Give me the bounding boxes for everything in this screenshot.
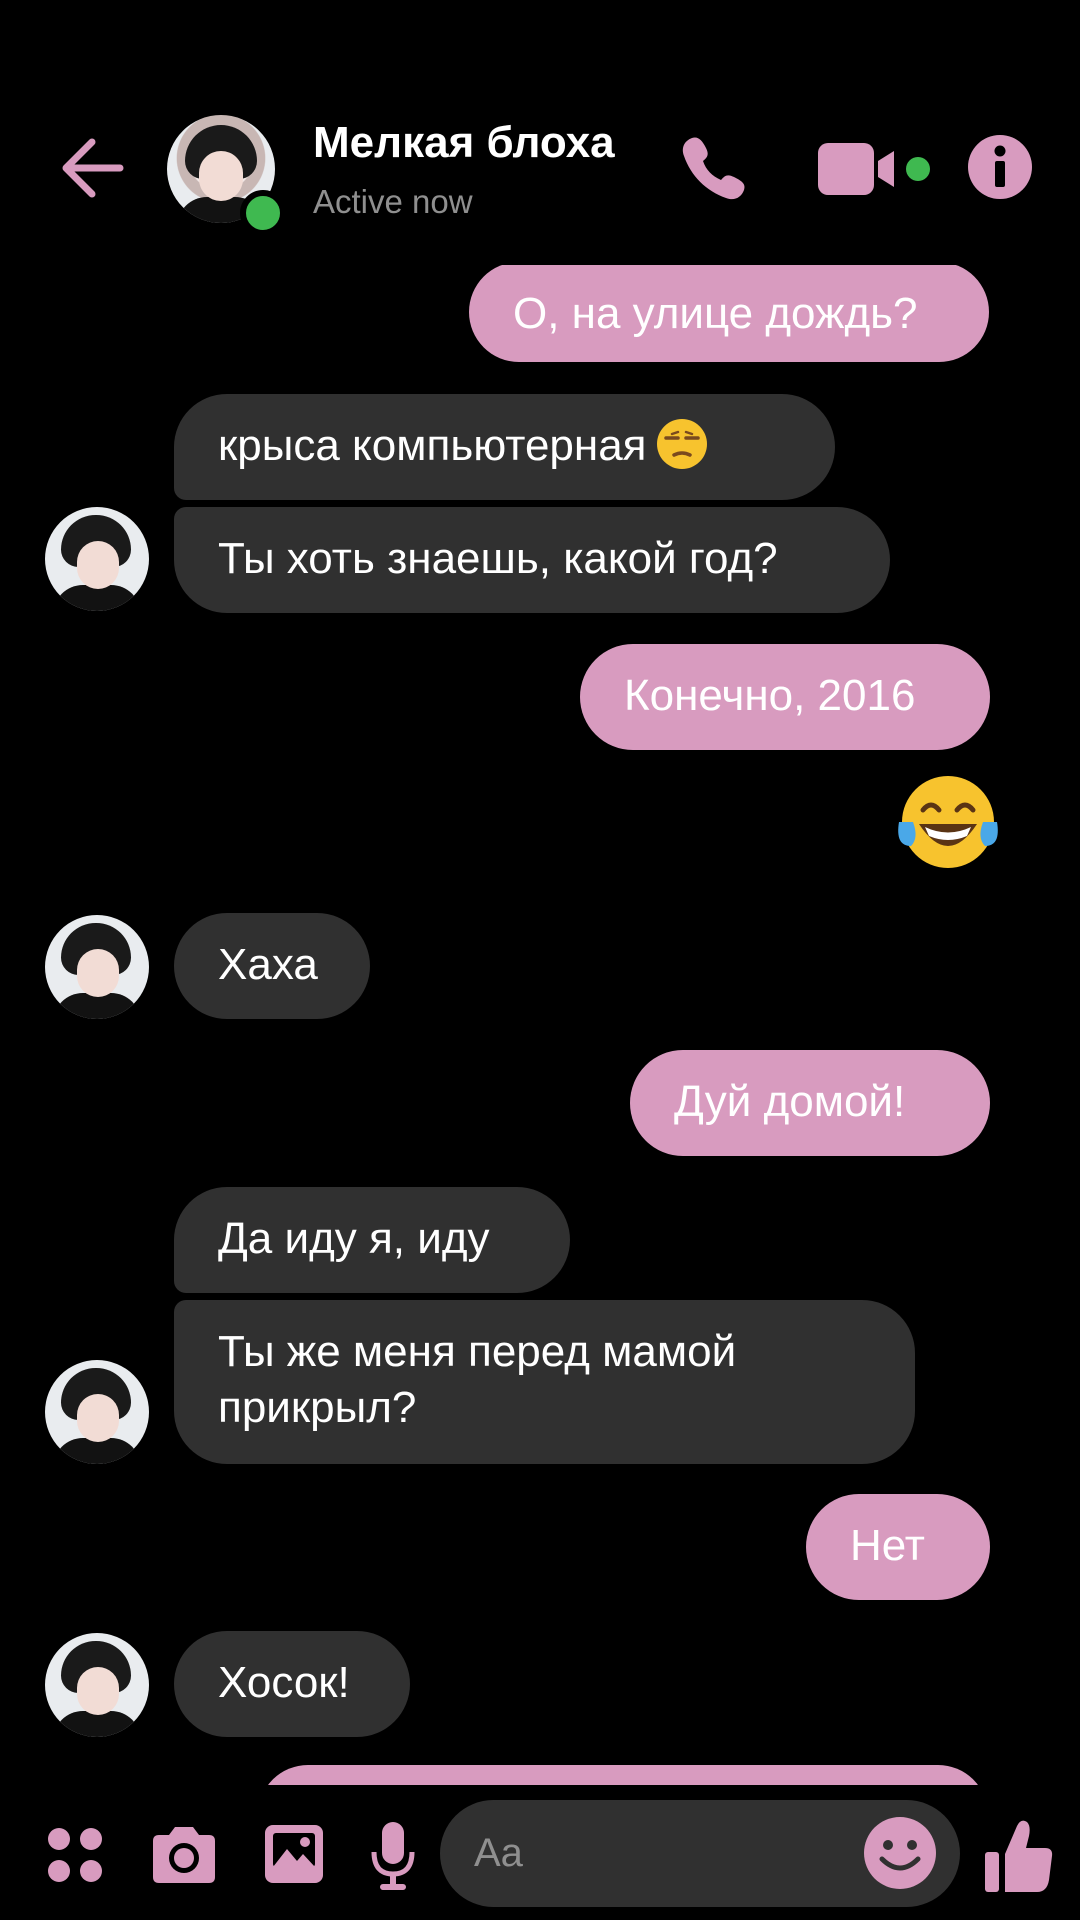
message-text: Хаха [218, 940, 318, 989]
message-outgoing[interactable]: Дуй домой! [630, 1050, 990, 1156]
microphone-icon[interactable] [370, 1820, 416, 1892]
message-text: Хосок! [218, 1658, 350, 1707]
contact-status: Active now [313, 183, 473, 220]
message-text: О, на улице дождь? [513, 289, 918, 338]
video-camera-icon[interactable] [818, 143, 934, 195]
message-text-line: Ты же меня перед мамой [218, 1327, 737, 1376]
gallery-icon[interactable] [263, 1823, 325, 1885]
camera-icon[interactable] [149, 1825, 219, 1885]
message-incoming[interactable]: Ты хоть знаешь, какой год? [174, 507, 890, 613]
message-incoming[interactable]: Ты же меня перед мамой прикрыл? [174, 1300, 915, 1464]
contact-name[interactable]: Мелкая блоха [313, 118, 615, 168]
unamused-face-icon [656, 418, 708, 470]
message-text: Нет [850, 1521, 925, 1570]
message-text-line: прикрыл? [218, 1383, 417, 1432]
apps-icon[interactable] [45, 1825, 105, 1885]
phone-icon[interactable] [678, 132, 750, 204]
message-composer: Aa [0, 1785, 1080, 1920]
message-incoming[interactable]: Хосок! [174, 1631, 410, 1737]
contact-avatar[interactable] [45, 915, 149, 1019]
tears-of-joy-icon[interactable] [893, 772, 1003, 872]
thumbs-up-icon[interactable] [983, 1818, 1055, 1894]
message-text: Конечно, 2016 [624, 671, 916, 720]
contact-avatar[interactable] [45, 507, 149, 611]
message-text: Ты хоть знаешь, какой год? [218, 534, 778, 583]
message-text: Да иду я, иду [218, 1214, 490, 1263]
message-incoming[interactable]: Хаха [174, 913, 370, 1019]
message-text: Дуй домой! [674, 1077, 906, 1126]
chat-screen: Мелкая блоха Active now О, на улице дожд… [0, 0, 1080, 1920]
contact-avatar[interactable] [45, 1633, 149, 1737]
contact-avatar[interactable] [45, 1360, 149, 1464]
message-outgoing[interactable]: Нет [806, 1494, 990, 1600]
smiley-icon[interactable] [862, 1815, 938, 1891]
arrow-left-icon[interactable] [58, 128, 128, 208]
info-icon[interactable] [967, 134, 1033, 200]
message-incoming[interactable]: крыса компьютерная [174, 394, 835, 500]
online-status-indicator [240, 190, 286, 236]
message-outgoing[interactable]: О, на улице дождь? [469, 262, 989, 362]
chat-header: Мелкая блоха Active now [0, 0, 1080, 265]
message-outgoing[interactable]: Конечно, 2016 [580, 644, 990, 750]
message-text: крыса компьютерная [218, 421, 647, 470]
message-incoming[interactable]: Да иду я, иду [174, 1187, 570, 1293]
